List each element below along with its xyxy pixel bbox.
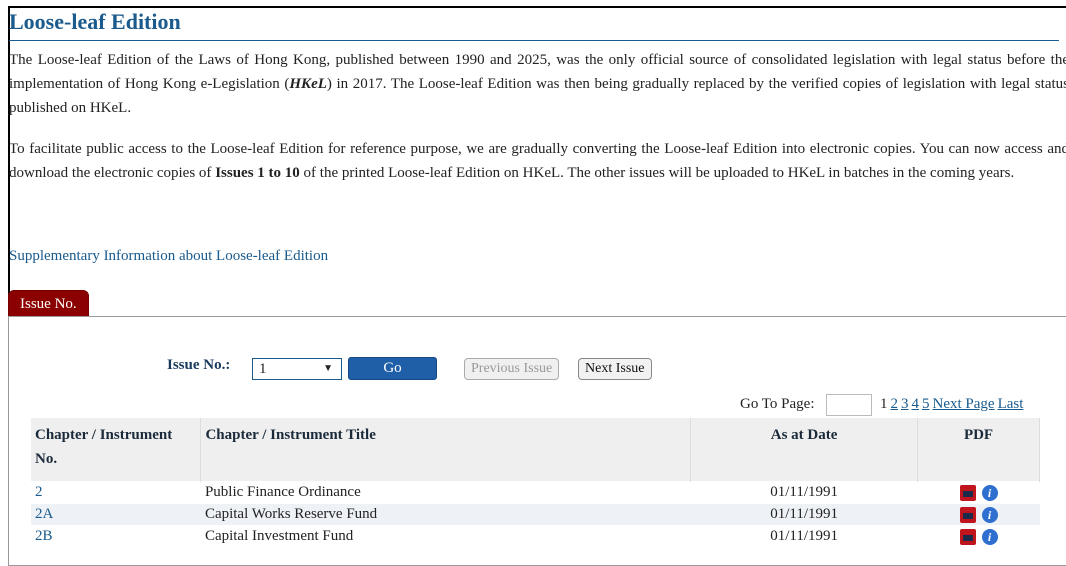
issues-emphasis: Issues 1 to 10 [215, 165, 300, 181]
chapter-no-cell: 2 [31, 481, 201, 504]
supplementary-info-link[interactable]: Supplementary Information about Loose-le… [9, 248, 328, 265]
page-link-5[interactable]: 5 [922, 396, 930, 412]
issue-no-label: Issue No.: [167, 357, 231, 373]
page-title: Loose-leaf Edition [9, 9, 181, 34]
pdf-file-icon[interactable] [959, 506, 976, 523]
header-chapter-title: Chapter / Instrument Title [200, 418, 692, 482]
as-at-date-cell: 01/11/1991 [690, 525, 918, 547]
issue-no-selected-value: 1 [259, 361, 267, 377]
as-at-date-cell: 01/11/1991 [690, 503, 918, 526]
tab-issue-no[interactable]: Issue No. [8, 290, 89, 319]
header-pdf: PDF [917, 418, 1040, 482]
table-row: 2 Public Finance Ordinance 01/11/1991 i [31, 481, 1040, 504]
next-page-link[interactable]: Next Page [933, 396, 995, 412]
chapter-title-cell: Capital Works Reserve Fund [200, 503, 691, 526]
table-row: 2B Capital Investment Fund 01/11/1991 i [31, 525, 1040, 547]
header-as-at-date: As at Date [690, 418, 919, 482]
current-page: 1 [880, 396, 888, 412]
chapter-no-cell: 2B [31, 525, 201, 547]
info-icon[interactable]: i [981, 528, 998, 545]
chapters-table: Chapter / Instrument No. Chapter / Instr… [31, 418, 1040, 547]
page-link-3[interactable]: 3 [901, 396, 909, 412]
next-issue-button[interactable]: Next Issue [578, 358, 652, 380]
chapter-no-link[interactable]: 2B [35, 528, 53, 544]
pdf-file-icon[interactable] [959, 484, 976, 501]
page-link-2[interactable]: 2 [891, 396, 899, 412]
info-icon[interactable]: i [981, 506, 998, 523]
page-link-4[interactable]: 4 [912, 396, 920, 412]
dropdown-arrow-icon: ▼ [323, 363, 333, 374]
access-paragraph: To facilitate public access to the Loose… [9, 137, 1066, 185]
go-to-page-input[interactable] [826, 394, 872, 416]
table-header-row: Chapter / Instrument No. Chapter / Instr… [31, 418, 1040, 482]
access-text-2: of the printed Loose-leaf Edition on HKe… [299, 165, 1015, 181]
as-at-date-cell: 01/11/1991 [690, 481, 918, 504]
previous-issue-button[interactable]: Previous Issue [464, 358, 560, 380]
pdf-cell: i [917, 503, 1040, 526]
go-to-page-label: Go To Page: [740, 396, 815, 412]
go-button[interactable]: Go [348, 357, 437, 380]
chapter-no-cell: 2A [31, 503, 201, 526]
chapter-no-link[interactable]: 2A [35, 506, 53, 522]
pagination: 1 2 3 4 5 Next Page Last [880, 396, 1026, 413]
intro-paragraph: The Loose-leaf Edition of the Laws of Ho… [9, 48, 1066, 120]
pdf-cell: i [917, 525, 1040, 547]
pdf-cell: i [917, 481, 1040, 504]
title-divider [9, 40, 1059, 41]
chapter-title-cell: Capital Investment Fund [200, 525, 691, 547]
chapter-no-link[interactable]: 2 [35, 484, 43, 500]
last-page-link[interactable]: Last [998, 396, 1024, 412]
table-row: 2A Capital Works Reserve Fund 01/11/1991… [31, 503, 1040, 526]
issue-no-select[interactable]: 1 ▼ [252, 358, 342, 380]
pdf-file-icon[interactable] [959, 528, 976, 545]
info-icon[interactable]: i [981, 484, 998, 501]
hkel-emphasis: HKeL [289, 76, 327, 92]
header-chapter-no: Chapter / Instrument No. [31, 418, 202, 482]
chapter-title-cell: Public Finance Ordinance [200, 481, 691, 504]
